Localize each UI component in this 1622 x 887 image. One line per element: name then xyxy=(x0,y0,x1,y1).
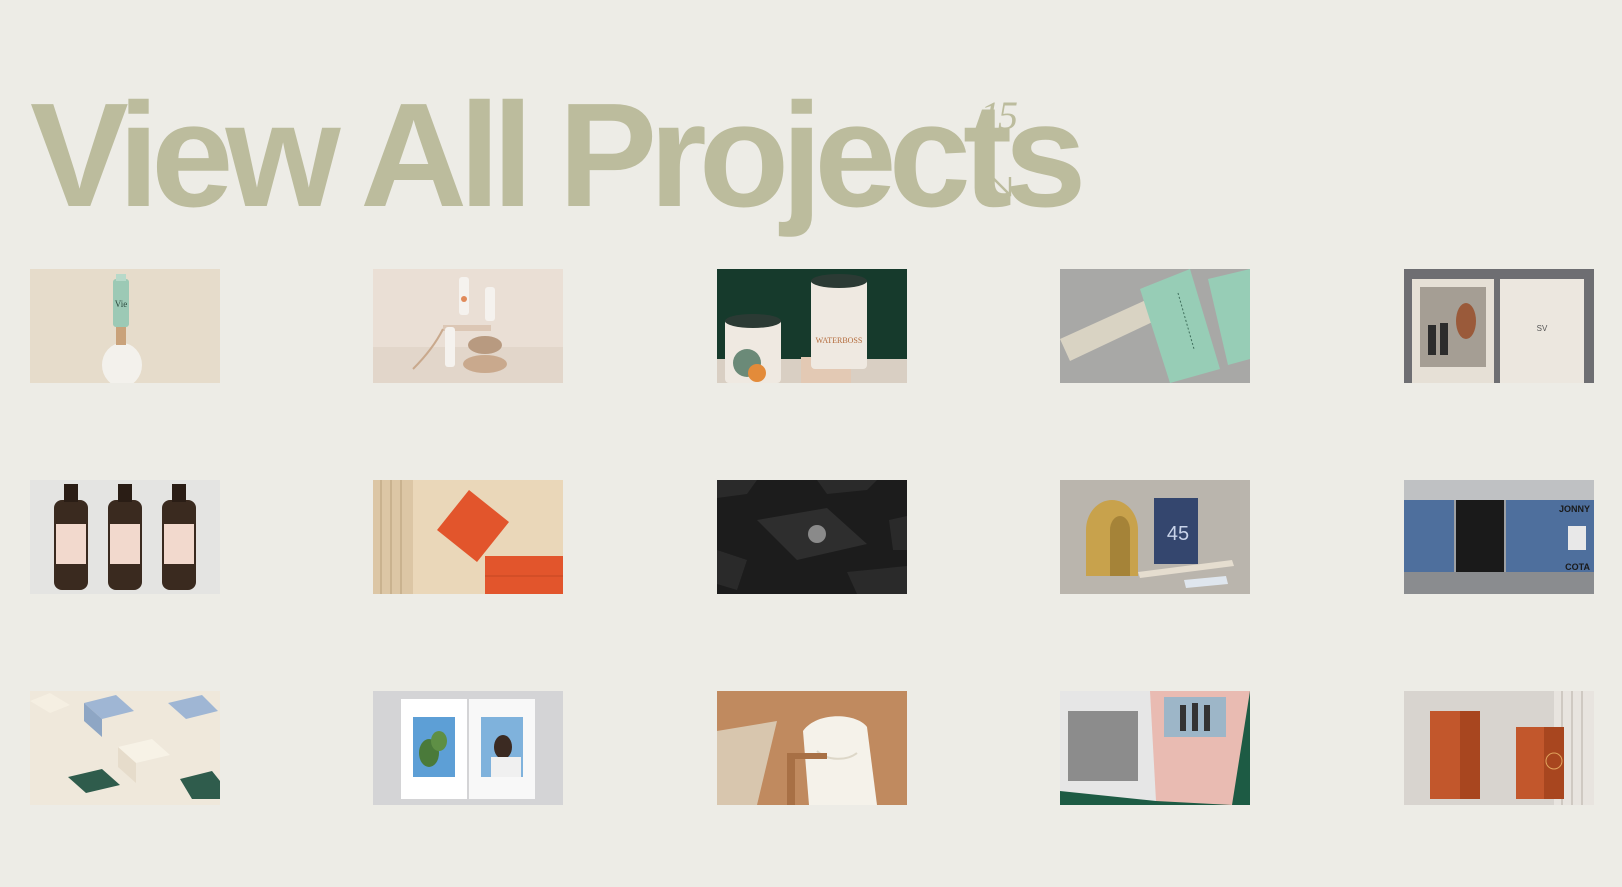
svg-text:COTA: COTA xyxy=(1565,562,1590,572)
project-mint-business-cards[interactable] xyxy=(1060,269,1250,383)
svg-text:Vie: Vie xyxy=(115,299,127,309)
project-orange-card-envelope[interactable] xyxy=(373,480,563,594)
project-black-boxes[interactable] xyxy=(717,480,907,594)
project-pastel-boxes[interactable] xyxy=(30,691,220,805)
project-pink-book-photo[interactable] xyxy=(1060,691,1250,805)
project-framed-product-print[interactable]: SV xyxy=(1404,269,1594,383)
project-vie-tube[interactable]: Vie xyxy=(30,269,220,383)
project-waterboss-canisters[interactable]: WATERBOSS xyxy=(717,269,907,383)
page-title[interactable]: View All Projects xyxy=(30,82,1087,230)
project-magazine-spread[interactable] xyxy=(373,691,563,805)
project-pink-bottles-stones[interactable] xyxy=(373,269,563,383)
arrow-down-right-icon[interactable] xyxy=(980,165,1014,199)
project-orange-boxes[interactable] xyxy=(1404,691,1594,805)
project-street-posters[interactable]: JONNY COTA xyxy=(1404,480,1594,594)
svg-text:45: 45 xyxy=(1167,523,1189,545)
project-amber-bottles[interactable] xyxy=(30,480,220,594)
projects-page: View All Projects 15 Vie WATERBOSS SV 45… xyxy=(0,0,1622,887)
project-gold-arch-booklet[interactable]: 45 xyxy=(1060,480,1250,594)
svg-text:WATERBOSS: WATERBOSS xyxy=(816,336,863,345)
svg-text:SV: SV xyxy=(1537,324,1548,333)
project-white-cloth-chair[interactable] xyxy=(717,691,907,805)
svg-text:JONNY: JONNY xyxy=(1559,504,1590,514)
project-count: 15 xyxy=(980,93,1018,138)
